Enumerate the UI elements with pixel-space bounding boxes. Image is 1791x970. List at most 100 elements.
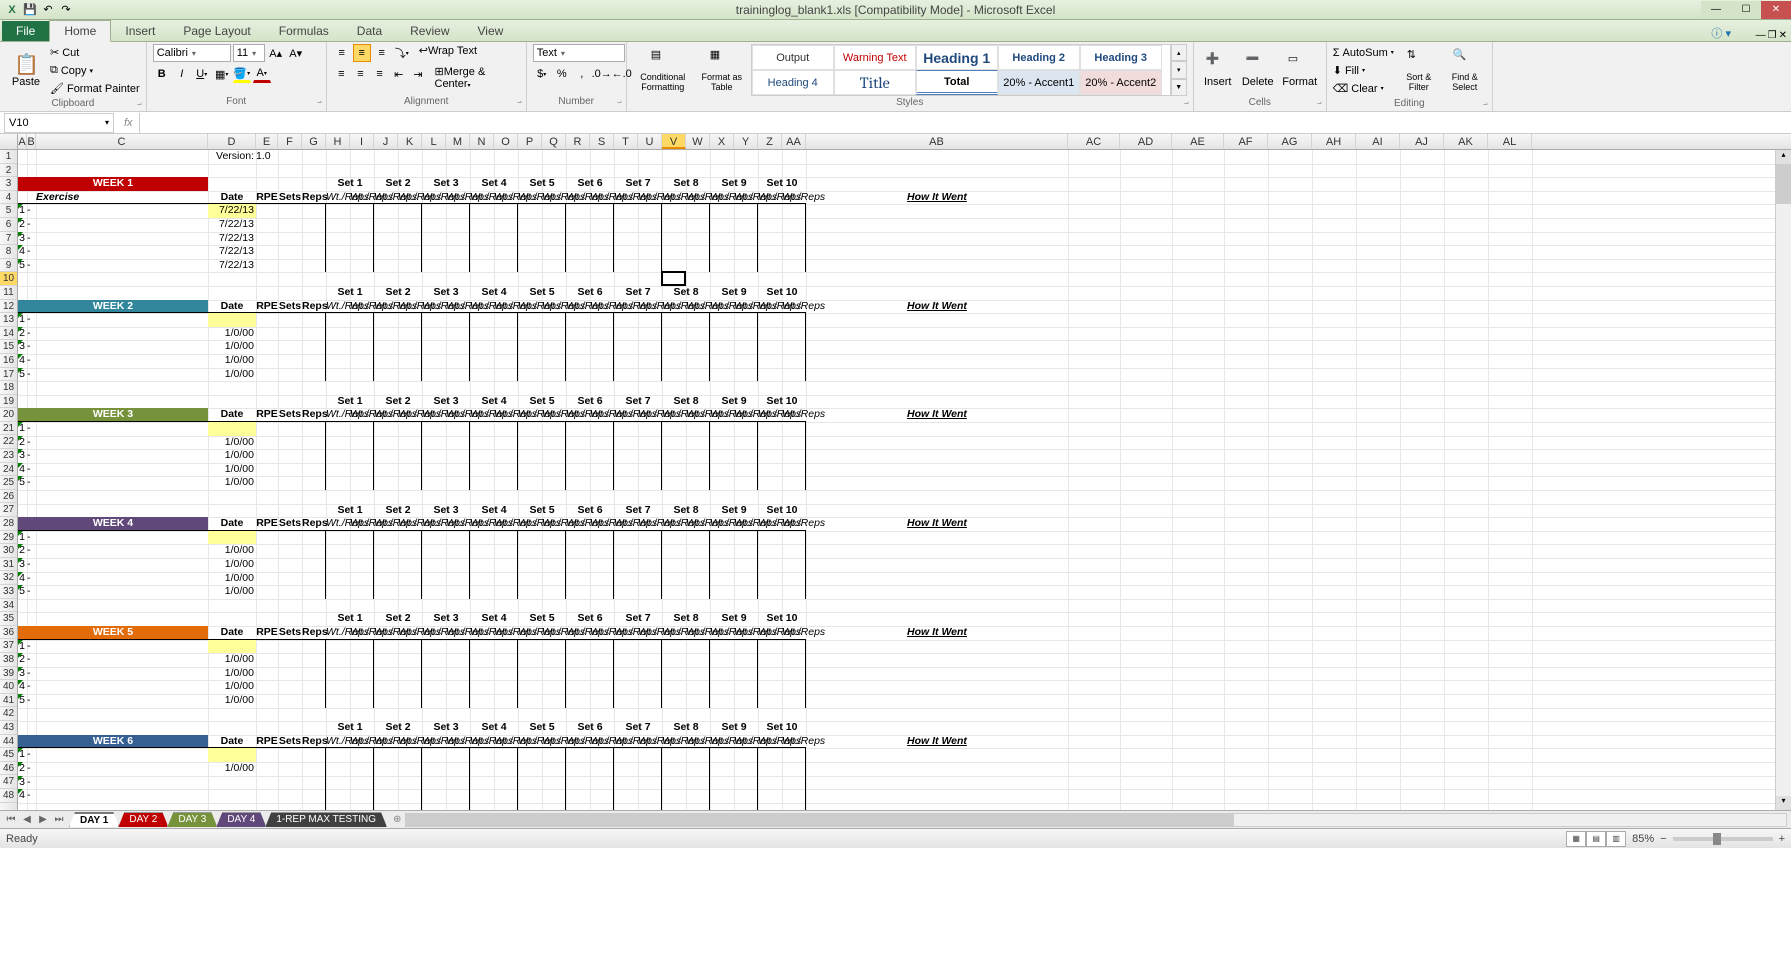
sheet-tab-day-1[interactable]: DAY 1: [69, 812, 119, 827]
style-warning[interactable]: Warning Text: [834, 45, 916, 70]
row-header-19[interactable]: 19: [0, 395, 17, 409]
wtrep-header[interactable]: Wt./Reps: [638, 191, 662, 205]
date-cell[interactable]: 1/0/00: [208, 368, 256, 382]
row-header-7[interactable]: 7: [0, 232, 17, 246]
format-button[interactable]: ▭Format: [1280, 44, 1320, 96]
sheet-tab-day-2[interactable]: DAY 2: [118, 812, 168, 827]
wtrep-header[interactable]: Wt./Reps: [470, 191, 494, 205]
set-header[interactable]: Set 3: [422, 286, 470, 300]
wtrep-header[interactable]: Wt./Reps: [470, 735, 494, 749]
set-header[interactable]: Set 9: [710, 286, 758, 300]
dash[interactable]: -: [27, 340, 36, 354]
set-header[interactable]: Set 9: [710, 177, 758, 191]
currency-icon[interactable]: $▾: [533, 65, 551, 83]
wtrep-header[interactable]: Wt./Reps: [686, 626, 710, 640]
wtrep-header[interactable]: Wt./Reps: [326, 300, 350, 314]
row-header-13[interactable]: 13: [0, 313, 17, 327]
scroll-down-icon[interactable]: ▾: [1776, 796, 1791, 810]
row-header-14[interactable]: 14: [0, 327, 17, 341]
row-header-32[interactable]: 32: [0, 571, 17, 585]
col-header-AA[interactable]: AA: [782, 134, 806, 149]
wtrep-header[interactable]: Wt./Reps: [518, 735, 542, 749]
wtrep-header[interactable]: Wt./Reps: [470, 408, 494, 422]
col-header-AB[interactable]: AB: [806, 134, 1068, 149]
merge-center-button[interactable]: ⊞Merge & Center▾: [435, 65, 520, 90]
style-accent2[interactable]: 20% - Accent2: [1080, 70, 1162, 95]
fill-color-button[interactable]: 🪣▾: [233, 65, 251, 83]
dash[interactable]: -: [27, 204, 36, 218]
percent-icon[interactable]: %: [553, 65, 571, 83]
wtrep-header[interactable]: Wt./Reps: [614, 517, 638, 531]
date-header[interactable]: Date: [208, 517, 256, 531]
row-header-22[interactable]: 22: [0, 435, 17, 449]
col-header-A[interactable]: A: [18, 134, 27, 149]
set-header[interactable]: Set 2: [374, 721, 422, 735]
wtrep-header[interactable]: Wt./Reps: [350, 408, 374, 422]
date-cell[interactable]: 1/0/00: [208, 340, 256, 354]
wtrep-header[interactable]: Wt./Reps: [566, 517, 590, 531]
row-header-12[interactable]: 12: [0, 300, 17, 314]
set-header[interactable]: Set 8: [662, 286, 710, 300]
dash[interactable]: -: [27, 327, 36, 341]
date-cell[interactable]: 7/22/13: [208, 218, 256, 232]
week-header-6[interactable]: WEEK 6: [18, 735, 208, 749]
wtrep-header[interactable]: Wt./Reps: [686, 300, 710, 314]
page-layout-view-icon[interactable]: ▤: [1586, 831, 1606, 847]
border-button[interactable]: ▦▾: [213, 65, 231, 83]
row-header-9[interactable]: 9: [0, 259, 17, 273]
wtrep-header[interactable]: Wt./Reps: [518, 408, 542, 422]
dash[interactable]: -: [27, 640, 36, 654]
col-header-T[interactable]: T: [614, 134, 638, 149]
close-button[interactable]: ✕: [1761, 1, 1791, 19]
mdi-min[interactable]: —: [1756, 30, 1766, 41]
row-header-40[interactable]: 40: [0, 680, 17, 694]
set-header[interactable]: Set 6: [566, 721, 614, 735]
row-header-21[interactable]: 21: [0, 422, 17, 436]
insert-button[interactable]: ➕Insert: [1200, 44, 1236, 96]
date-header[interactable]: Date: [208, 408, 256, 422]
align-bottom-icon[interactable]: ≡: [373, 44, 391, 62]
col-header-AC[interactable]: AC: [1068, 134, 1120, 149]
font-name-combo[interactable]: Calibri▾: [153, 44, 231, 62]
set-header[interactable]: Set 1: [326, 504, 374, 518]
new-sheet-icon[interactable]: ⊕: [393, 814, 401, 825]
set-header[interactable]: Set 8: [662, 177, 710, 191]
set-header[interactable]: Set 7: [614, 721, 662, 735]
date-cell[interactable]: 1/0/00: [208, 327, 256, 341]
week-header-4[interactable]: WEEK 4: [18, 517, 208, 531]
wtrep-header[interactable]: Wt./Reps: [518, 517, 542, 531]
wtrep-header[interactable]: Wt./Reps: [518, 300, 542, 314]
tab-data[interactable]: Data: [343, 21, 396, 41]
zoom-out-icon[interactable]: −: [1660, 833, 1666, 845]
wtrep-header[interactable]: Wt./Reps: [686, 191, 710, 205]
help-icon[interactable]: ⓘ ▾: [1711, 25, 1731, 41]
col-header-D[interactable]: D: [208, 134, 256, 149]
set-header[interactable]: Set 9: [710, 504, 758, 518]
date-cell[interactable]: 1/0/00: [208, 653, 256, 667]
wtrep-header[interactable]: Wt./Reps: [422, 191, 446, 205]
sets-header[interactable]: Sets: [278, 300, 302, 314]
dash[interactable]: -: [27, 748, 36, 762]
set-header[interactable]: Set 10: [758, 612, 806, 626]
reps-header[interactable]: Reps: [302, 517, 326, 531]
dash[interactable]: -: [27, 789, 36, 803]
wtrep-header[interactable]: Wt./Reps: [710, 191, 734, 205]
set-header[interactable]: Set 4: [470, 504, 518, 518]
col-header-V[interactable]: V: [662, 134, 686, 149]
dash[interactable]: -: [27, 422, 36, 436]
clear-button[interactable]: ⌫Clear▾: [1333, 80, 1394, 97]
row-header-43[interactable]: 43: [0, 721, 17, 735]
wtrep-header[interactable]: Wt./Reps: [422, 300, 446, 314]
set-header[interactable]: Set 7: [614, 286, 662, 300]
week-header-3[interactable]: WEEK 3: [18, 408, 208, 422]
set-header[interactable]: Set 1: [326, 721, 374, 735]
col-header-Q[interactable]: Q: [542, 134, 566, 149]
date-cell[interactable]: 1/0/00: [208, 667, 256, 681]
sets-header[interactable]: Sets: [278, 517, 302, 531]
dash[interactable]: -: [27, 313, 36, 327]
underline-button[interactable]: U▾: [193, 65, 211, 83]
copy-button[interactable]: ⧉Copy▾: [50, 62, 140, 79]
wtrep-header[interactable]: Wt./Reps: [758, 300, 782, 314]
col-header-W[interactable]: W: [686, 134, 710, 149]
wtrep-header[interactable]: Wt./Reps: [470, 626, 494, 640]
